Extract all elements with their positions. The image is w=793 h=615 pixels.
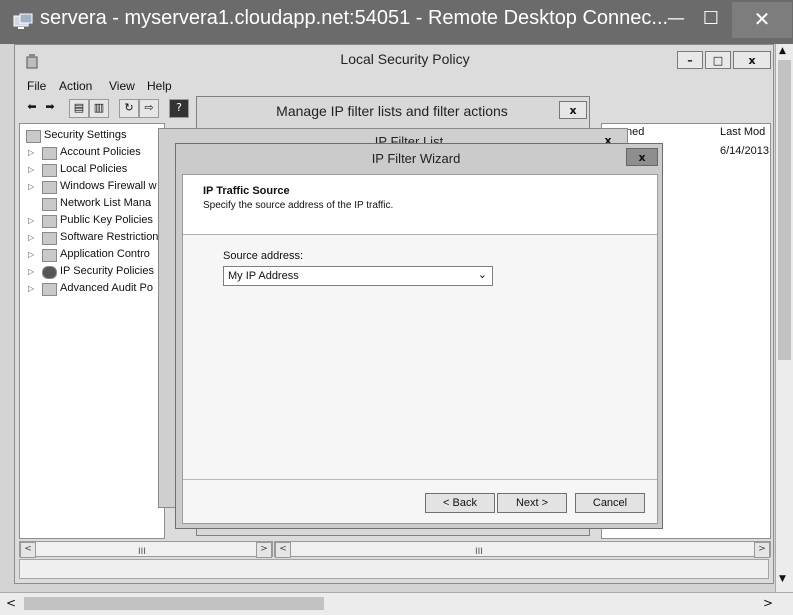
refresh-icon[interactable]: ↻: [119, 99, 139, 118]
lsp-window-title: Local Security Policy: [340, 51, 470, 67]
scroll-left-icon[interactable]: <: [20, 542, 36, 558]
tree-item-label: Local Policies: [60, 163, 128, 175]
export-list-icon[interactable]: ⇨: [139, 99, 159, 118]
wizard-body: IP Traffic Source Specify the source add…: [182, 174, 658, 524]
lsp-minimize-button[interactable]: –: [677, 51, 703, 69]
rdp-window-title: servera - myservera1.cloudapp.net:54051 …: [40, 7, 669, 29]
tree-item-label: Security Settings: [44, 129, 127, 141]
tree-item-label: Advanced Audit Po: [60, 282, 153, 294]
rdp-vertical-scrollbar[interactable]: ▲ ▼: [775, 44, 793, 592]
tree-item-label: Software Restriction: [60, 231, 159, 243]
wizard-heading: IP Traffic Source: [203, 185, 290, 197]
chevron-down-icon: ⌄: [477, 269, 487, 281]
ip-security-icon: [42, 266, 57, 279]
wizard-close-button[interactable]: x: [626, 148, 658, 166]
scroll-thumb[interactable]: III: [138, 547, 146, 557]
manage-dialog-title: Manage IP filter lists and filter action…: [276, 103, 508, 119]
folder-lock-icon: [42, 164, 57, 177]
tree-item-label: Application Contro: [60, 248, 150, 260]
column-header-last-modified[interactable]: Last Mod: [720, 126, 765, 138]
rdp-close-button[interactable]: ✕: [732, 2, 792, 38]
back-button[interactable]: < Back: [425, 493, 495, 513]
console-tree: Security Settings ▷ Account Policies ▷ L…: [19, 123, 165, 539]
wizard-subheading: Specify the source address of the IP tra…: [203, 200, 394, 211]
expand-arrow-icon[interactable]: ▷: [28, 182, 34, 191]
folder-icon: [42, 198, 57, 211]
source-address-select[interactable]: My IP Address ⌄: [223, 266, 493, 286]
column-header-assigned[interactable]: ned: [626, 126, 644, 138]
show-hide-tree-icon[interactable]: ▥: [89, 99, 109, 118]
rdp-minimize-button[interactable]: —: [662, 2, 690, 38]
list-horizontal-scrollbar[interactable]: < III >: [274, 541, 771, 558]
folder-icon: [42, 181, 57, 194]
menu-view[interactable]: View: [109, 79, 135, 93]
folder-icon: [42, 215, 57, 228]
folder-icon: [42, 232, 57, 245]
menu-file[interactable]: File: [27, 79, 46, 93]
wizard-title: IP Filter Wizard: [371, 151, 461, 166]
folder-lock-icon: [42, 147, 57, 160]
up-folder-icon[interactable]: ▤: [69, 99, 89, 118]
scroll-left-icon[interactable]: <: [6, 596, 16, 610]
tree-item-label: Public Key Policies: [60, 214, 153, 226]
tree-horizontal-scrollbar[interactable]: < III >: [19, 541, 273, 558]
scroll-right-icon[interactable]: >: [754, 542, 770, 558]
source-address-value: My IP Address: [228, 270, 299, 282]
rdp-horizontal-scrollbar[interactable]: < >: [0, 592, 793, 615]
expand-arrow-icon[interactable]: ▷: [28, 148, 34, 157]
back-arrow-icon[interactable]: ⬅: [23, 99, 41, 116]
scroll-thumb[interactable]: III: [475, 547, 483, 557]
lsp-maximize-button[interactable]: □: [705, 51, 731, 69]
expand-arrow-icon[interactable]: ▷: [28, 250, 34, 259]
divider: [183, 479, 657, 480]
menu-help[interactable]: Help: [147, 79, 172, 93]
expand-arrow-icon[interactable]: ▷: [28, 165, 34, 174]
tree-item-label: Network List Mana: [60, 197, 152, 209]
help-icon[interactable]: ?: [169, 99, 189, 118]
next-button[interactable]: Next >: [497, 493, 567, 513]
remote-desktop-icon: [13, 13, 33, 31]
folder-icon: [42, 283, 57, 296]
expand-arrow-icon[interactable]: ▷: [28, 267, 34, 276]
source-address-label: Source address:: [223, 250, 304, 262]
scroll-down-icon[interactable]: ▼: [779, 574, 786, 584]
expand-arrow-icon[interactable]: ▷: [28, 233, 34, 242]
lsp-close-button[interactable]: x: [733, 51, 771, 69]
scroll-up-icon[interactable]: ▲: [779, 46, 786, 56]
tree-item-label: IP Security Policies: [60, 265, 154, 277]
manage-dialog-close-button[interactable]: x: [559, 101, 587, 119]
expand-arrow-icon[interactable]: ▷: [28, 284, 34, 293]
ip-filter-wizard-dialog: IP Filter Wizard x IP Traffic Source Spe…: [175, 143, 663, 529]
wizard-header: IP Traffic Source Specify the source add…: [183, 175, 657, 235]
cancel-button[interactable]: Cancel: [575, 493, 645, 513]
tree-item-label: Account Policies: [60, 146, 141, 158]
folder-icon: [42, 249, 57, 262]
tree-item-label: Windows Firewall w: [60, 180, 157, 192]
scroll-right-icon[interactable]: >: [763, 596, 773, 610]
security-settings-icon: [26, 130, 41, 143]
rdp-maximize-button[interactable]: ☐: [696, 2, 726, 38]
security-policy-icon: [25, 53, 39, 69]
menu-bar: File Action View Help: [19, 77, 769, 95]
vertical-scroll-thumb[interactable]: [778, 60, 791, 360]
status-bar: [19, 559, 769, 579]
last-modified-value: 6/14/2013: [720, 145, 769, 157]
scroll-right-icon[interactable]: >: [256, 542, 272, 558]
horizontal-scroll-thumb[interactable]: [24, 597, 324, 610]
menu-action[interactable]: Action: [59, 79, 92, 93]
forward-arrow-icon[interactable]: ➡: [41, 99, 59, 116]
expand-arrow-icon[interactable]: ▷: [28, 216, 34, 225]
scroll-left-icon[interactable]: <: [275, 542, 291, 558]
